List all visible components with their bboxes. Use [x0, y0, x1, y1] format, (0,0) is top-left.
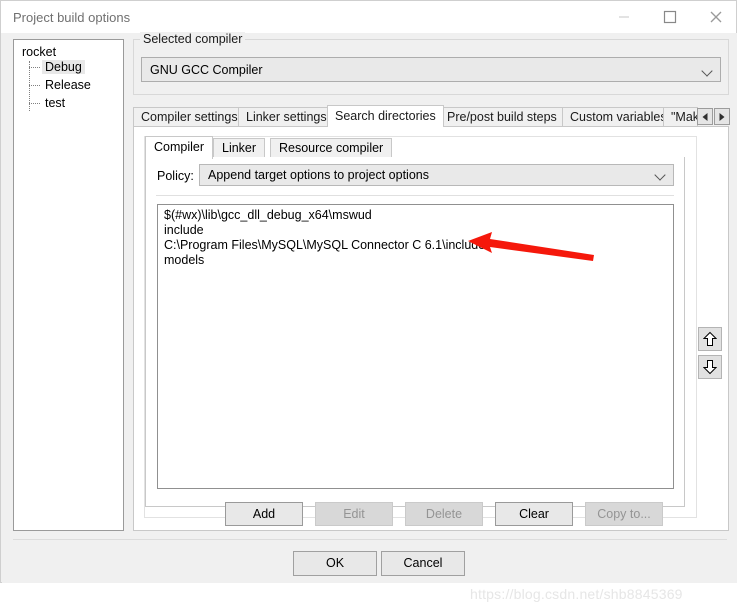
- dialog-separator: [13, 539, 727, 540]
- policy-dropdown[interactable]: Append target options to project options: [199, 164, 674, 186]
- close-button[interactable]: [693, 1, 737, 32]
- tab-pre-post-build-steps[interactable]: Pre/post build steps: [439, 107, 565, 127]
- policy-separator: [156, 195, 674, 196]
- inner-tab-strip: Compiler Linker Resource compiler: [145, 136, 685, 159]
- list-item[interactable]: $(#wx)\lib\gcc_dll_debug_x64\mswud: [160, 208, 671, 223]
- tree-connector-release: [29, 85, 40, 86]
- list-item[interactable]: C:\Program Files\MySQL\MySQL Connector C…: [160, 238, 671, 253]
- tab-linker-settings[interactable]: Linker settings: [238, 107, 335, 127]
- dialog-client-area: rocket Debug Release test Selected compi…: [2, 32, 737, 602]
- policy-label: Policy:: [157, 169, 194, 183]
- project-build-options-dialog: Project build options rocket Debug Relea…: [0, 0, 737, 602]
- tab-resource-compiler[interactable]: Resource compiler: [270, 138, 393, 158]
- scroll-right-icon: [719, 112, 725, 121]
- tab-compiler[interactable]: Compiler: [145, 136, 214, 159]
- tab-search-directories[interactable]: Search directories: [327, 105, 444, 127]
- list-item[interactable]: include: [160, 223, 671, 238]
- search-directories-panel: Compiler Linker Resource compiler Policy…: [133, 126, 729, 531]
- close-icon: [710, 11, 722, 22]
- tree-connector-test: [29, 103, 40, 104]
- window-title: Project build options: [13, 10, 131, 25]
- maximize-icon: [663, 10, 677, 23]
- compiler-search-dirs-page: Policy: Append target options to project…: [145, 157, 685, 507]
- selected-compiler-group: Selected compiler GNU GCC Compiler: [133, 32, 729, 95]
- arrow-down-icon: [703, 360, 717, 375]
- clear-button[interactable]: Clear: [495, 502, 573, 526]
- tab-custom-variables[interactable]: Custom variables: [562, 107, 675, 127]
- build-target-tree[interactable]: rocket Debug Release test: [13, 39, 124, 531]
- search-directories-list[interactable]: $(#wx)\lib\gcc_dll_debug_x64\mswud inclu…: [157, 204, 674, 489]
- tree-item-debug[interactable]: Debug: [42, 60, 85, 74]
- edit-button[interactable]: Edit: [315, 502, 393, 526]
- add-button[interactable]: Add: [225, 502, 303, 526]
- chevron-down-icon: [703, 67, 712, 76]
- outer-tab-strip: Compiler settings Linker settings Search…: [133, 105, 730, 127]
- maximize-button[interactable]: [647, 1, 693, 32]
- scroll-left-icon: [702, 112, 708, 121]
- policy-dropdown-value: Append target options to project options: [208, 168, 429, 182]
- tree-root-rocket[interactable]: rocket: [22, 45, 56, 59]
- cancel-button[interactable]: Cancel: [381, 551, 465, 576]
- tab-makefile-truncated[interactable]: "Mak: [663, 107, 698, 127]
- move-down-button[interactable]: [698, 355, 722, 379]
- list-item[interactable]: models: [160, 253, 671, 268]
- minimize-icon: [619, 15, 629, 18]
- tab-linker[interactable]: Linker: [213, 138, 266, 158]
- delete-button[interactable]: Delete: [405, 502, 483, 526]
- options-area: Selected compiler GNU GCC Compiler Compi…: [133, 32, 730, 531]
- selected-compiler-label: Selected compiler: [140, 32, 246, 46]
- chevron-down-icon: [656, 171, 665, 180]
- title-bar: Project build options: [1, 1, 736, 33]
- copy-to-button[interactable]: Copy to...: [585, 502, 663, 526]
- tree-item-release[interactable]: Release: [42, 78, 94, 92]
- arrow-up-icon: [703, 331, 717, 346]
- tree-connector-debug: [29, 67, 40, 68]
- ok-button[interactable]: OK: [293, 551, 377, 576]
- tab-scroll-left-button[interactable]: [697, 108, 713, 125]
- tab-scroll-right-button[interactable]: [714, 108, 730, 125]
- compiler-dropdown[interactable]: GNU GCC Compiler: [141, 57, 721, 82]
- tree-item-test[interactable]: test: [42, 96, 68, 110]
- move-up-button[interactable]: [698, 327, 722, 351]
- minimize-button[interactable]: [601, 1, 647, 32]
- watermark-text: https://blog.csdn.net/shb8845369: [470, 586, 683, 602]
- tab-compiler-settings[interactable]: Compiler settings: [133, 107, 246, 127]
- compiler-dropdown-value: GNU GCC Compiler: [150, 63, 263, 77]
